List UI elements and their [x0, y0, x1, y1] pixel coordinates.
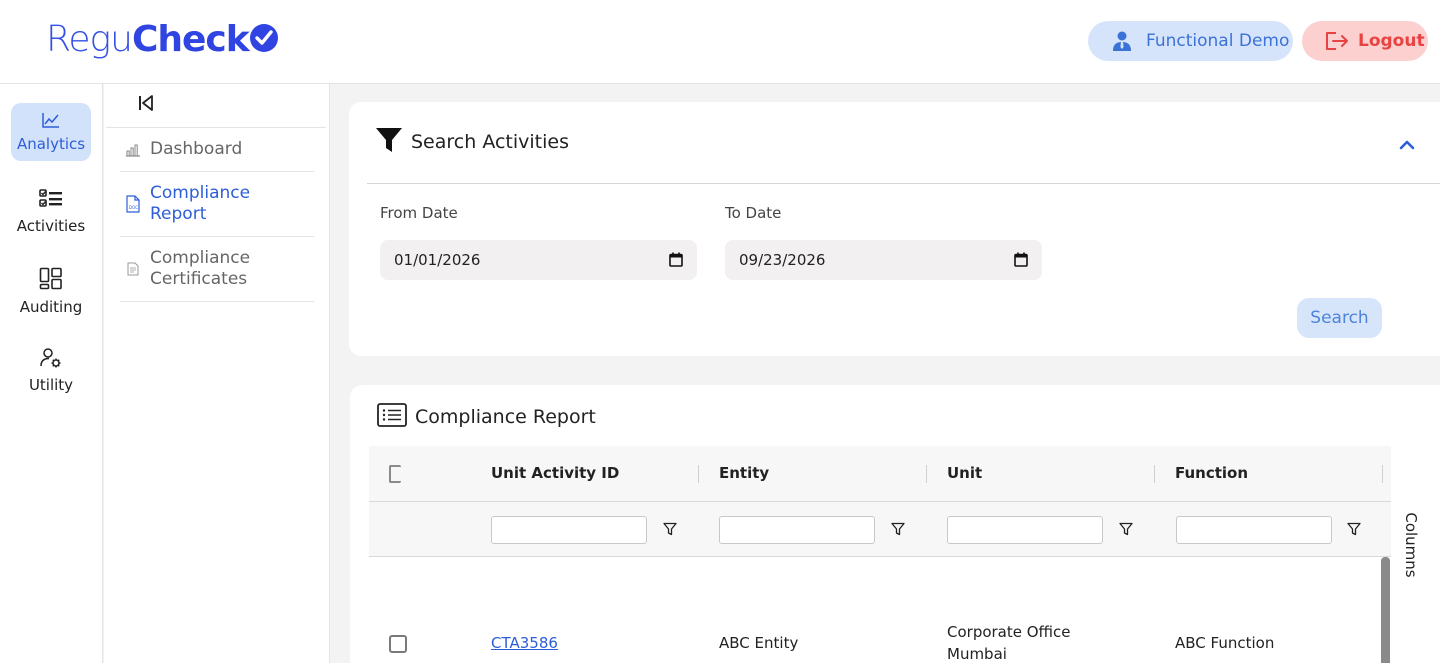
rail-item-label: Utility	[28, 375, 74, 394]
logo-text-regu: Regu	[46, 18, 133, 60]
entity-filter-input[interactable]	[719, 516, 875, 544]
grid-vertical-scrollbar[interactable]	[1381, 557, 1390, 663]
subnav-item-dashboard[interactable]: Dashboard	[120, 128, 314, 172]
filter-funnel-icon[interactable]	[891, 521, 905, 540]
columns-side-tab[interactable]: Columns	[1400, 510, 1422, 584]
logout-icon	[1324, 29, 1350, 53]
logout-label: Logout	[1358, 31, 1425, 51]
to-date-label: To Date	[725, 204, 782, 222]
column-header-unit[interactable]: Unit	[947, 464, 982, 482]
subnav-item-label: Compliance Certificates	[150, 248, 251, 289]
report-panel-title: Compliance Report	[415, 406, 596, 428]
certificate-icon	[120, 262, 146, 276]
compliance-report-panel: Compliance Report Unit Activity ID Entit…	[350, 385, 1440, 663]
search-activities-panel: Search Activities From Date 01/01/2026 T…	[349, 102, 1440, 356]
unit-activity-id-link[interactable]: CTA3586	[491, 632, 558, 654]
regucheck-logo[interactable]: Regu Check	[46, 14, 278, 64]
unit-activity-id-filter-input[interactable]	[491, 516, 647, 544]
rail-item-label: Auditing	[19, 297, 83, 316]
logo-text-check: Check	[131, 18, 250, 60]
document-icon: DOC	[120, 195, 146, 213]
rail-item-label: Analytics	[16, 134, 86, 153]
filter-funnel-icon[interactable]	[1119, 521, 1133, 540]
chevron-up-icon[interactable]	[1399, 135, 1415, 154]
columns-tab-label: Columns	[1402, 512, 1420, 578]
subnav-item-compliance-report[interactable]: DOC Compliance Report	[120, 172, 314, 237]
bar-chart-icon	[120, 143, 146, 157]
function-filter-input[interactable]	[1176, 516, 1332, 544]
unit-cell: Corporate Office Mumbai	[947, 623, 1071, 663]
column-header-entity[interactable]: Entity	[719, 464, 769, 482]
primary-nav-rail: Analytics Activities Auditing Utility	[0, 84, 103, 663]
dashboard-layout-icon	[39, 267, 63, 295]
divider	[367, 183, 1440, 184]
rail-item-utility[interactable]: Utility	[11, 341, 91, 399]
column-resize-handle[interactable]	[926, 465, 927, 483]
rail-item-analytics[interactable]: Analytics	[11, 103, 91, 161]
column-resize-handle[interactable]	[698, 465, 699, 483]
list-icon	[377, 403, 407, 431]
calendar-icon[interactable]	[669, 252, 683, 271]
column-resize-handle[interactable]	[1154, 465, 1155, 483]
filter-funnel-icon[interactable]	[1347, 521, 1361, 540]
logout-button[interactable]: Logout	[1302, 21, 1428, 61]
calendar-icon[interactable]	[1014, 252, 1028, 271]
collapse-sidebar-button[interactable]	[134, 94, 158, 116]
grid-filter-row	[369, 502, 1391, 557]
from-date-value: 01/01/2026	[394, 251, 481, 269]
filter-icon	[375, 126, 403, 158]
rail-item-auditing[interactable]: Auditing	[11, 262, 91, 320]
checklist-icon	[39, 188, 63, 214]
logo-check-icon	[249, 24, 278, 52]
to-date-value: 09/23/2026	[739, 251, 826, 269]
table-row[interactable]: CTA3586 ABC Entity Corporate Office Mumb…	[369, 557, 1391, 663]
column-header-function[interactable]: Function	[1175, 464, 1248, 482]
from-date-input[interactable]: 01/01/2026	[380, 240, 697, 280]
rail-item-label: Activities	[16, 216, 86, 235]
to-date-input[interactable]: 09/23/2026	[725, 240, 1042, 280]
chart-line-icon	[42, 112, 60, 132]
subnav-item-compliance-certificates[interactable]: Compliance Certificates	[120, 237, 314, 302]
function-cell: ABC Function	[1175, 634, 1275, 652]
column-header-unit-activity-id[interactable]: Unit Activity ID	[491, 464, 619, 482]
column-resize-handle[interactable]	[1382, 465, 1383, 483]
subnav-item-label: Dashboard	[150, 139, 243, 159]
compliance-report-grid: Unit Activity ID Entity Unit Function CT…	[369, 446, 1391, 663]
search-button[interactable]: Search	[1297, 298, 1382, 338]
user-name-label: Functional Demo	[1146, 31, 1290, 51]
app-header: Regu Check Functional Demo Logout	[0, 0, 1440, 84]
select-all-checkbox[interactable]	[389, 465, 401, 483]
user-icon	[1110, 29, 1134, 53]
user-gear-icon	[40, 347, 62, 373]
rail-item-activities[interactable]: Activities	[11, 182, 91, 240]
grid-header-row: Unit Activity ID Entity Unit Function	[369, 446, 1391, 502]
filter-funnel-icon[interactable]	[663, 521, 677, 540]
user-profile-button[interactable]: Functional Demo	[1088, 21, 1293, 61]
from-date-label: From Date	[380, 204, 458, 222]
unit-filter-input[interactable]	[947, 516, 1103, 544]
skip-back-icon	[137, 94, 155, 116]
svg-text:DOC: DOC	[129, 205, 138, 210]
subnav-item-label: Compliance Report	[150, 183, 251, 224]
search-panel-header[interactable]: Search Activities	[375, 126, 569, 158]
secondary-nav: Dashboard DOC Compliance Report Complian…	[104, 84, 330, 663]
search-panel-title: Search Activities	[411, 131, 569, 153]
entity-cell: ABC Entity	[719, 634, 799, 652]
report-panel-header: Compliance Report	[377, 403, 596, 431]
row-select-checkbox[interactable]	[389, 635, 407, 653]
